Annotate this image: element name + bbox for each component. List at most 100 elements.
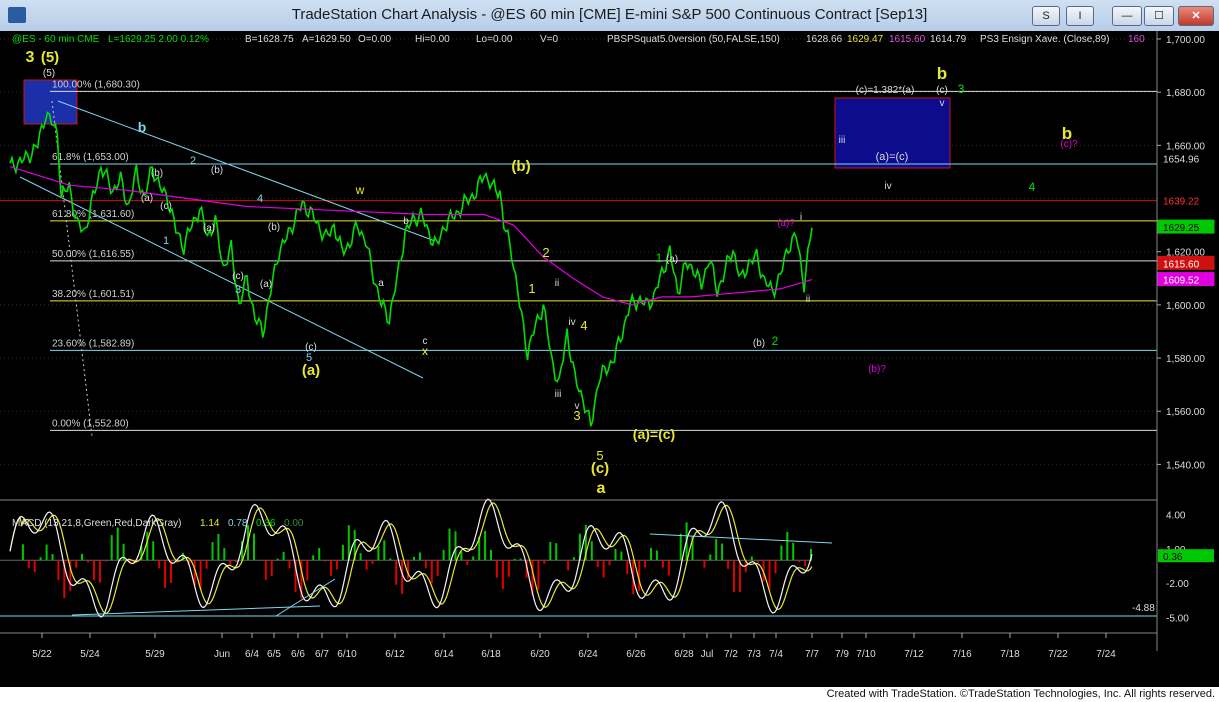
fib-level-label: 61.80% (1,631.60): [52, 209, 134, 220]
macd-histogram-bar: [798, 560, 801, 563]
wave-label: (a)=(c): [876, 151, 909, 163]
x-tick-label: 6/14: [434, 649, 454, 660]
macd-value-2: 0.78: [228, 518, 248, 529]
macd-histogram-bar: [596, 560, 599, 568]
macd-histogram-bar: [229, 560, 232, 565]
macd-histogram-bar: [270, 560, 273, 576]
macd-histogram-bar: [264, 560, 267, 580]
wave-label: (a): [141, 193, 153, 204]
macd-histogram-bar: [537, 560, 540, 590]
macd-histogram-bar: [312, 555, 315, 561]
x-tick-label: 6/10: [337, 649, 357, 660]
macd-histogram-bar: [519, 558, 522, 561]
fib-levels: 100.00% (1,680.30) 61.8% (1,653.00) 61.80%…: [0, 79, 1157, 431]
macd-histogram-bar: [341, 544, 344, 561]
macd-histogram-bar: [335, 560, 338, 570]
x-tick-label: 7/4: [769, 649, 783, 660]
macd-histogram-bar: [377, 545, 380, 561]
x-tick-label: 5/22: [32, 649, 52, 660]
macd-histogram-bar: [679, 533, 682, 561]
wave-label: 4: [1029, 180, 1036, 194]
wave-label: 2: [542, 245, 549, 260]
macd-histogram-bar: [27, 560, 30, 568]
price-box-label: 1654.96: [1163, 155, 1200, 166]
macd-histogram-bar: [507, 560, 510, 577]
macd-histogram-bar: [602, 560, 605, 578]
macd-histogram-bar: [413, 556, 415, 561]
macd-histogram-bar: [786, 531, 789, 561]
macd-histogram-bar: [567, 560, 570, 571]
x-tick-label: 7/7: [805, 649, 819, 660]
price-box-label: 1615.60: [1163, 259, 1200, 270]
maximize-button[interactable]: ☐: [1144, 6, 1174, 26]
indicator-value-1: 1628.66: [806, 34, 843, 45]
status-bid: B=1628.75: [245, 34, 294, 45]
status-hi: Hi=0.00: [415, 34, 450, 45]
wave-label: ii: [555, 278, 559, 289]
macd-histogram-bar: [620, 551, 623, 561]
status-symbol: @ES - 60 min CME: [12, 34, 100, 45]
minimize-button[interactable]: —: [1112, 6, 1142, 26]
macd-value-box-label: 0.36: [1163, 552, 1183, 563]
s-menu-button[interactable]: S: [1032, 6, 1060, 26]
y-tick-label: 1,540.00: [1166, 460, 1205, 471]
macd-y-tick-label: -5.00: [1166, 613, 1189, 624]
price-line: [9, 111, 813, 427]
x-axis-labels: 5/22 5/24 5/29 Jun 6/4 6/5 6/6 6/7 6/10 6/12 6/14 6…: [32, 633, 1116, 660]
status-vol: V=0: [540, 34, 559, 45]
wave-label: 1: [528, 281, 535, 296]
macd-histogram-bar: [116, 527, 119, 561]
macd-histogram-bar: [87, 560, 89, 563]
macd-histogram-bar: [211, 542, 214, 561]
fib-level-label: 38.20% (1,601.51): [52, 289, 134, 300]
macd-histogram-bar: [253, 533, 255, 561]
y-tick-label: 1,700.00: [1166, 35, 1205, 46]
wave-label: a: [378, 278, 384, 289]
x-tick-label: 6/12: [385, 649, 405, 660]
macd-histogram-bar: [75, 560, 78, 568]
x-tick-label: 6/28: [674, 649, 694, 660]
chart-area[interactable]: 100.00% (1,680.30) 61.8% (1,653.00) 61.80%…: [0, 31, 1219, 687]
ensign-average-line: [9, 166, 813, 306]
price-series: [9, 111, 813, 427]
wave-label: 1: [656, 251, 663, 265]
wave-label: (a)=(c): [633, 426, 675, 442]
macd-histogram-bar: [436, 560, 439, 577]
macd-divergence-line-2: [649, 533, 833, 544]
i-menu-button[interactable]: I: [1066, 6, 1094, 26]
macd-histogram-bar: [418, 552, 421, 561]
channel-upper-line: [57, 100, 436, 242]
macd-histogram-bar: [721, 543, 724, 561]
wave-label: (c)=1.382*(a): [856, 85, 915, 96]
status-open: O=0.00: [358, 34, 392, 45]
macd-histogram-bar: [804, 560, 807, 566]
close-button[interactable]: ✕: [1178, 6, 1214, 26]
wave-label: (b): [211, 165, 223, 176]
wave-label: (c): [160, 201, 172, 212]
macd-histogram-bar: [430, 560, 433, 584]
status-indicator: PBSPSquat5.0version (50,FALSE,150): [607, 34, 780, 45]
macd-histogram-bar: [235, 560, 238, 562]
macd-histogram-bar: [727, 560, 730, 569]
macd-histogram-bar: [709, 554, 712, 561]
macd-histogram-bar: [703, 560, 706, 568]
macd-histogram-bar: [98, 560, 101, 583]
macd-histogram-bar: [608, 560, 611, 566]
macd-histogram-bar: [45, 544, 48, 561]
wave-label: b: [937, 64, 947, 83]
x-tick-label: 7/18: [1000, 649, 1020, 660]
macd-histogram-bar: [424, 560, 427, 569]
y-axis-labels: 1,540.001,560.001,580.001,600.001,620.00…: [1132, 35, 1215, 624]
x-tick-label: 7/2: [724, 649, 738, 660]
macd-value-3: 0.36: [256, 518, 276, 529]
x-tick-label: 7/10: [856, 649, 876, 660]
macd-histogram-bar: [738, 560, 741, 592]
status-last: L=1629.25 2.00 0.12%: [108, 34, 209, 45]
indicator-value-3: 1615.60: [889, 34, 926, 45]
wave-label: (c): [936, 85, 948, 96]
status-ensign: PS3 Ensign Xave. (Close,89): [980, 34, 1110, 45]
macd-histogram-bar: [472, 556, 475, 561]
price-box-label: 1629.25: [1163, 223, 1200, 234]
macd-ref-label: -4.88: [1132, 603, 1155, 614]
macd-histogram-bar: [460, 551, 463, 561]
